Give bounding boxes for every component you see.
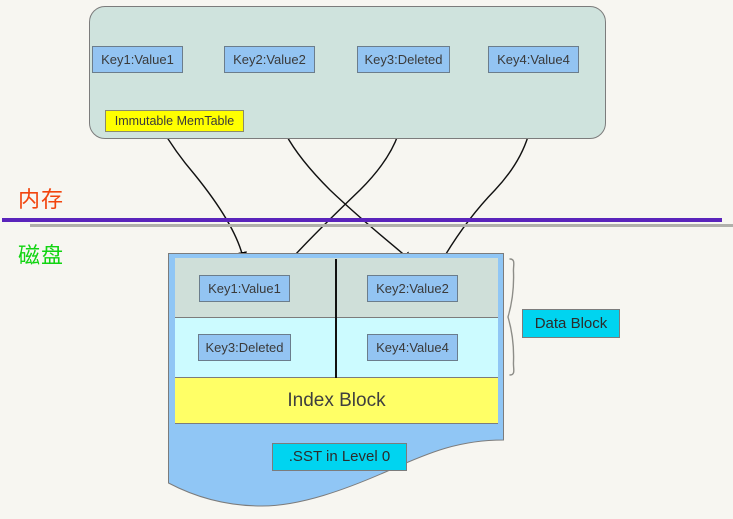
immutable-memtable-label-text: Immutable MemTable [114, 114, 235, 128]
memtable-entry-key1[interactable]: Key1:Value1 [92, 46, 183, 73]
sst-cell-label: Key4:Value4 [376, 340, 449, 355]
memtable-entry-label: Key3:Deleted [364, 52, 443, 67]
data-block-label: Data Block [522, 309, 620, 338]
sst-file-label-text: .SST in Level 0 [288, 448, 391, 465]
sst-cell-key4[interactable]: Key4:Value4 [367, 334, 458, 361]
zone-label-memory-text: 内存 [18, 187, 65, 212]
sst-cell-label: Key1:Value1 [208, 281, 281, 296]
memtable-entry-key4[interactable]: Key4:Value4 [488, 46, 579, 73]
sst-file-label: .SST in Level 0 [272, 443, 407, 471]
memtable-entry-key2[interactable]: Key2:Value2 [224, 46, 315, 73]
index-block-label: Index Block [287, 390, 386, 411]
diagram-canvas: Key1:Value1 Key2:Value2 Key3:Deleted Key… [0, 0, 733, 519]
memtable-entry-label: Key1:Value1 [101, 52, 174, 67]
data-block-column-divider [335, 259, 337, 378]
sst-cell-key2[interactable]: Key2:Value2 [367, 275, 458, 302]
sst-cell-label: Key2:Value2 [376, 281, 449, 296]
sst-cell-key3[interactable]: Key3:Deleted [198, 334, 291, 361]
zone-label-disk-text: 磁盘 [18, 243, 65, 268]
memtable-entry-label: Key2:Value2 [233, 52, 306, 67]
memtable-entry-key3[interactable]: Key3:Deleted [357, 46, 450, 73]
memory-disk-divider [2, 218, 722, 222]
zone-label-disk: 磁盘 [18, 238, 64, 270]
sst-cell-key1[interactable]: Key1:Value1 [199, 275, 290, 302]
zone-label-memory: 内存 [18, 182, 64, 214]
sst-cell-label: Key3:Deleted [205, 340, 284, 355]
index-block: Index Block [175, 378, 498, 424]
memtable-entry-label: Key4:Value4 [497, 52, 570, 67]
memory-disk-divider-shadow [30, 224, 733, 227]
data-block-label-text: Data Block [534, 315, 608, 332]
immutable-memtable-label: Immutable MemTable [105, 110, 244, 132]
data-block-brace [507, 258, 515, 376]
